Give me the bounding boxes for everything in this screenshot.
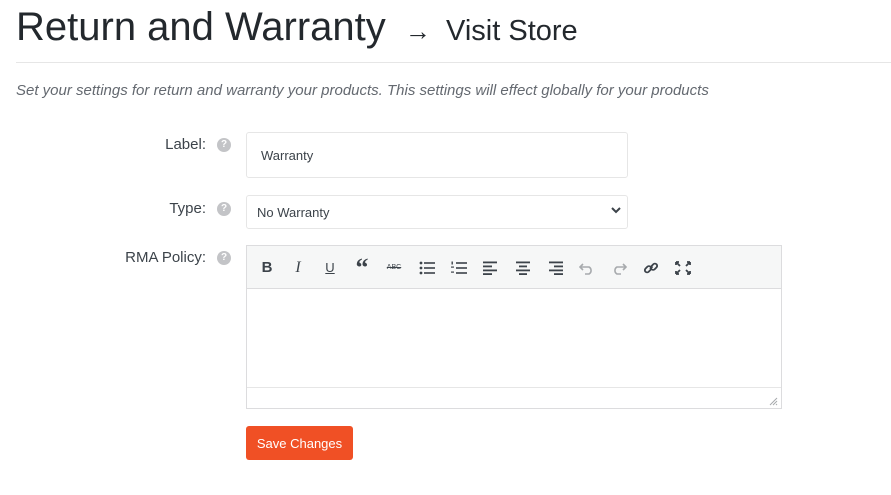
- rma-policy-editor: B I U “ ABC: [246, 245, 782, 409]
- help-icon[interactable]: ?: [217, 251, 231, 265]
- strikethrough-icon[interactable]: ABC: [383, 257, 405, 279]
- page-title: Return and Warranty → Visit Store: [16, 2, 578, 56]
- italic-icon[interactable]: I: [287, 257, 309, 279]
- type-select[interactable]: No Warranty: [246, 195, 628, 229]
- type-select-value: No Warranty: [257, 205, 330, 220]
- fullscreen-icon[interactable]: [672, 257, 694, 279]
- label-field-label: Label:: [165, 136, 206, 153]
- bullet-list-icon[interactable]: [416, 257, 438, 279]
- settings-description: Set your settings for return and warrant…: [16, 82, 709, 99]
- title-divider: [16, 62, 891, 63]
- type-field-label: Type:: [169, 200, 206, 217]
- editor-status-bar: [247, 387, 781, 408]
- page-title-text: Return and Warranty: [16, 5, 386, 49]
- editor-content-area[interactable]: [247, 289, 781, 387]
- rma-policy-label: RMA Policy:: [125, 249, 206, 266]
- undo-icon[interactable]: [576, 257, 598, 279]
- numbered-list-icon[interactable]: [448, 257, 470, 279]
- blockquote-icon[interactable]: “: [351, 253, 373, 282]
- chevron-down-icon: [611, 207, 621, 214]
- save-changes-button[interactable]: Save Changes: [246, 426, 353, 460]
- label-input[interactable]: [246, 132, 628, 178]
- redo-icon[interactable]: [608, 257, 630, 279]
- visit-store-link[interactable]: Visit Store: [446, 15, 578, 47]
- align-center-icon[interactable]: [512, 257, 534, 279]
- help-icon[interactable]: ?: [217, 202, 231, 216]
- underline-icon[interactable]: U: [319, 257, 341, 279]
- resize-handle-icon[interactable]: [768, 396, 778, 406]
- align-right-icon[interactable]: [544, 257, 566, 279]
- align-left-icon[interactable]: [480, 257, 502, 279]
- help-icon[interactable]: ?: [217, 138, 231, 152]
- link-icon[interactable]: [640, 257, 662, 279]
- bold-icon[interactable]: B: [256, 257, 278, 279]
- arrow-icon: →: [404, 16, 431, 46]
- editor-toolbar: B I U “ ABC: [247, 246, 781, 289]
